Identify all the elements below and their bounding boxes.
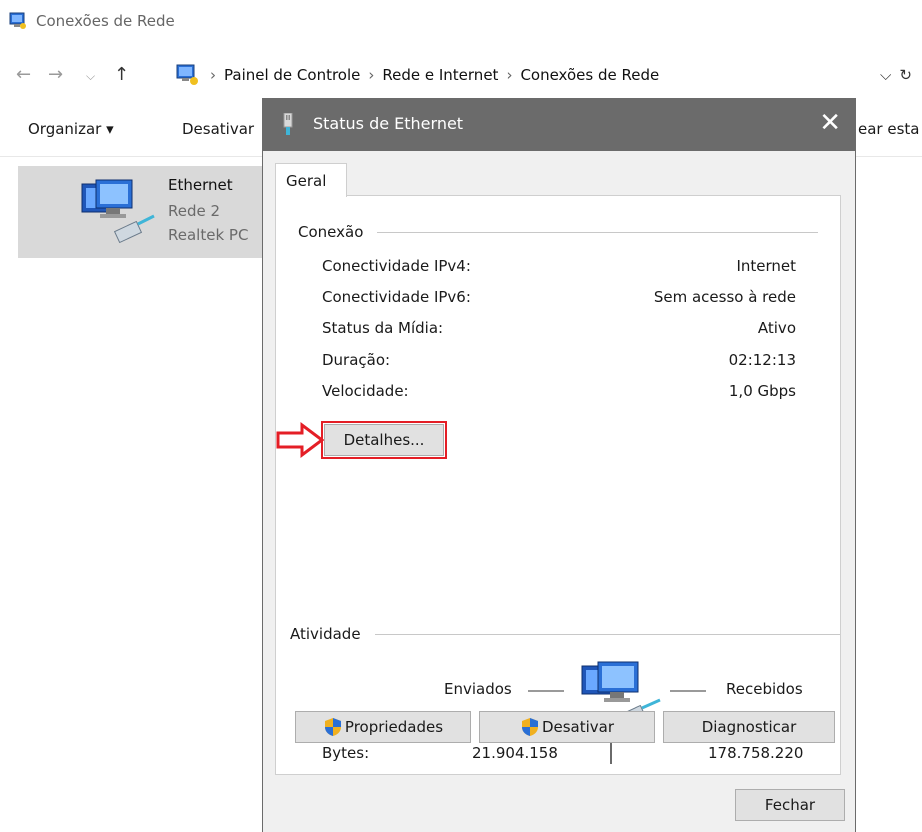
- breadcrumb-separator: ›: [368, 66, 375, 84]
- dialog-title-bar: Status de Ethernet ✕: [263, 99, 855, 151]
- ipv6-connectivity-value: Sem acesso à rede: [653, 288, 796, 306]
- breadcrumb-item[interactable]: Conexões de Rede: [520, 66, 659, 84]
- back-arrow-icon[interactable]: ←: [16, 64, 31, 85]
- received-label: Recebidos: [726, 680, 803, 698]
- close-button[interactable]: Fechar: [735, 789, 845, 821]
- breadcrumb-separator: ›: [210, 66, 216, 84]
- bytes-sent-value: 21.904.158: [472, 744, 558, 762]
- uac-shield-icon: [521, 718, 538, 736]
- forward-arrow-icon[interactable]: →: [48, 64, 63, 85]
- recent-locations-chevron-icon[interactable]: ⌵: [86, 69, 95, 84]
- connection-name: Ethernet: [168, 176, 233, 194]
- diagnose-button[interactable]: Diagnosticar: [663, 711, 835, 743]
- received-connector: [670, 690, 706, 692]
- ipv6-connectivity-label: Conectividade IPv6:: [322, 288, 471, 306]
- media-status-label: Status da Mídia:: [322, 319, 444, 337]
- media-status-value: Ativo: [757, 319, 796, 337]
- organize-button[interactable]: Organizar ▾: [28, 120, 114, 138]
- disable-button[interactable]: Desativar: [479, 711, 655, 743]
- refresh-icon[interactable]: ↻: [899, 66, 912, 84]
- speed-label: Velocidade:: [322, 382, 409, 400]
- ethernet-status-dialog: Status de Ethernet ✕ Geral Conexão Conec…: [262, 98, 856, 832]
- window-title: Conexões de Rede: [36, 12, 175, 30]
- ethernet-plug-icon: [283, 113, 293, 135]
- window-title-bar: Conexões de Rede: [8, 8, 175, 34]
- details-button[interactable]: Detalhes...: [321, 421, 447, 459]
- connection-list-item[interactable]: Ethernet Rede 2 Realtek PC: [18, 166, 262, 258]
- address-dropdown-chevron-icon[interactable]: ⌵: [880, 66, 891, 84]
- disable-button-label: Desativar: [541, 718, 615, 736]
- connection-network: Rede 2: [168, 202, 221, 220]
- ipv4-connectivity-value: Internet: [736, 257, 796, 275]
- sent-label: Enviados: [444, 680, 512, 698]
- properties-button-label: Propriedades: [344, 718, 444, 736]
- up-arrow-icon[interactable]: ↑: [114, 64, 129, 85]
- activity-group-label: Atividade: [290, 625, 375, 643]
- annotation-arrow-icon: [276, 422, 324, 458]
- address-bar-row: ← → ⌵ ↑ › Painel de Controle › Rede e In…: [0, 58, 922, 94]
- bytes-label: Bytes:: [322, 744, 370, 762]
- duration-value: 02:12:13: [728, 351, 796, 369]
- breadcrumb-item[interactable]: Painel de Controle: [224, 66, 360, 84]
- network-connections-icon: [9, 12, 26, 29]
- address-bar-controls: ⌵ ↻: [880, 66, 912, 84]
- disable-device-button[interactable]: Desativar: [182, 120, 254, 138]
- ipv4-connectivity-label: Conectividade IPv4:: [322, 257, 471, 275]
- duration-label: Duração:: [322, 351, 391, 369]
- sent-connector: [528, 690, 564, 692]
- create-shortcut-button[interactable]: ear esta: [858, 120, 919, 138]
- breadcrumb-separator: ›: [506, 66, 513, 84]
- properties-button[interactable]: Propriedades: [295, 711, 471, 743]
- breadcrumb-item[interactable]: Rede e Internet: [382, 66, 498, 84]
- ethernet-adapter-icon: [81, 179, 155, 244]
- uac-shield-icon: [324, 718, 341, 736]
- tab-general[interactable]: Geral: [275, 163, 347, 197]
- connection-group-label: Conexão: [298, 223, 378, 241]
- speed-value: 1,0 Gbps: [728, 382, 796, 400]
- breadcrumb: › Painel de Controle › Rede e Internet ›…: [210, 66, 659, 84]
- general-tab-panel: Conexão Conectividade IPv4: Internet Con…: [275, 195, 841, 775]
- bytes-received-value: 178.758.220: [708, 744, 804, 762]
- connection-adapter: Realtek PC: [168, 226, 249, 244]
- control-panel-icon: [176, 64, 198, 85]
- close-icon[interactable]: ✕: [819, 108, 841, 138]
- dialog-title: Status de Ethernet: [313, 114, 464, 133]
